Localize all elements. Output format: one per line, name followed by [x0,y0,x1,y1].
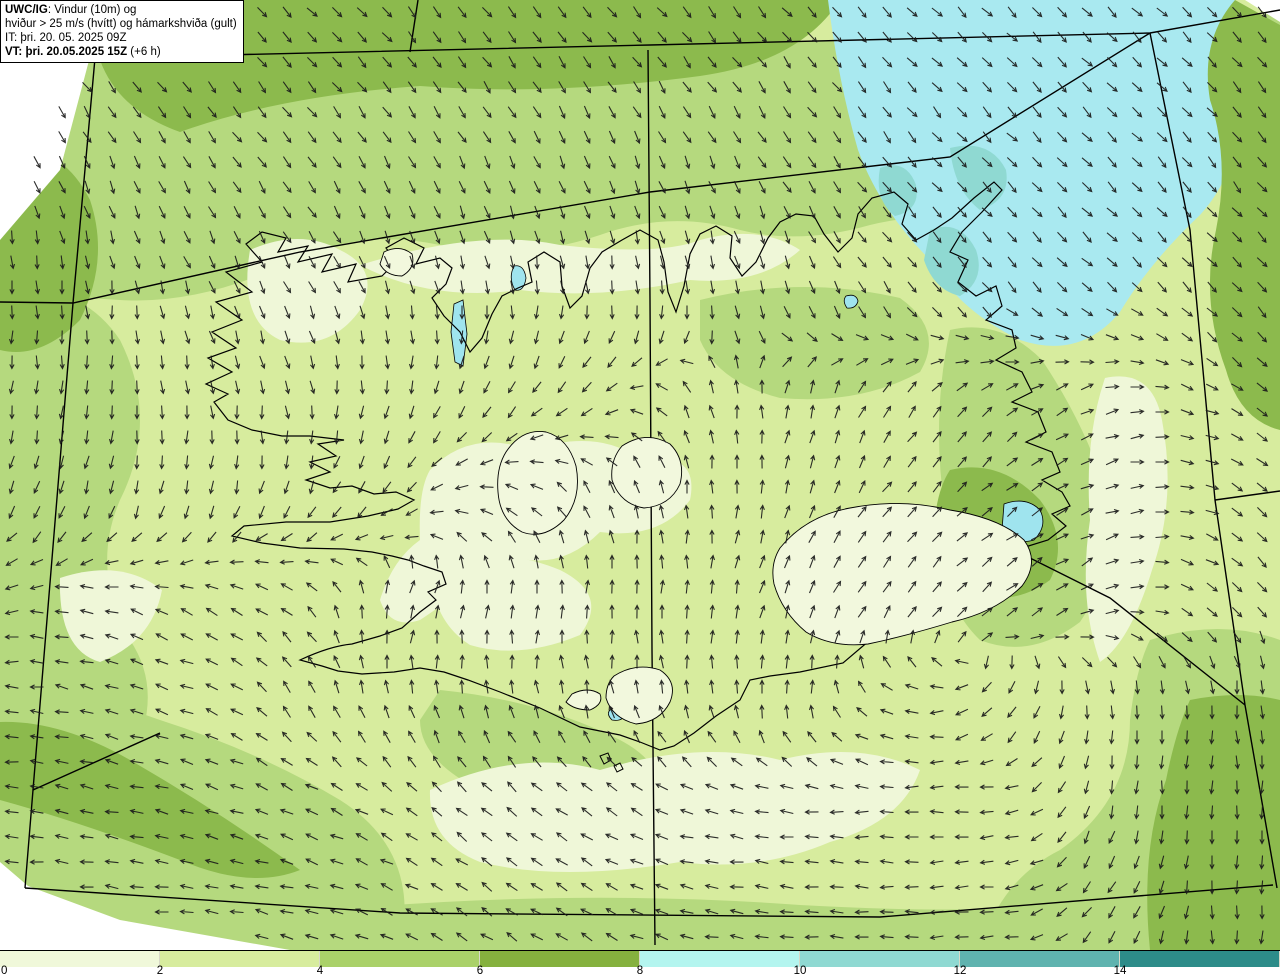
weather-map [0,0,1280,950]
model-name: UWC/IG [5,4,48,16]
colorbar-tick-label: 2 [156,965,164,977]
weather-map-stage: UWC/IG: Vindur (10m) og hviður > 25 m/s … [0,0,1280,978]
colorbar-tick-label: 8 [636,965,644,977]
wind-speed-colorbar: 0 2 4 6 8 10 12 14 [0,950,1280,978]
colorbar-segment-6 [480,951,640,967]
colorbar-tick-label: 4 [316,965,324,977]
colorbar-tick-label: 10 [793,965,807,977]
info-line-model: UWC/IG: Vindur (10m) og [5,4,137,16]
valid-time: VT: þri. 20.05.2025 15Z [5,46,128,59]
info-line-valid-time: VT: þri. 20.05.2025 15Z (+6 h) [5,46,161,59]
colorbar-segment-0 [0,951,160,967]
colorbar-segment-10 [800,951,960,967]
colorbar-tick-labels: 0 2 4 6 8 10 12 14 [0,965,1280,978]
info-line-init-time: IT: þri. 20. 05. 2025 09Z [5,32,127,45]
colorbar-tick-label: 0 [1,965,8,977]
colorbar-segment-14 [1120,951,1280,967]
glacier-hofsjokull [611,437,683,509]
colorbar-segment-12 [960,951,1120,967]
colorbar-tick-label: 6 [476,965,484,977]
forecast-info-box: UWC/IG: Vindur (10m) og hviður > 25 m/s … [0,0,244,64]
info-line-variables: hviður > 25 m/s (hvítt) og hámarkshviða … [5,18,237,31]
colorbar-segment-2 [160,951,320,967]
colorbar-tick-label: 14 [1113,965,1127,977]
colorbar-segment-8 [640,951,800,967]
colorbar-tick-label: 12 [953,965,967,977]
colorbar-segment-4 [320,951,480,967]
